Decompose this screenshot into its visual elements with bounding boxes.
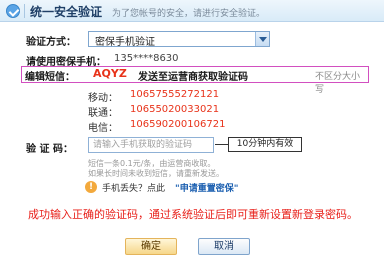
code-label: 验 证 码： [26,144,73,155]
chevron-down-icon[interactable] [255,32,269,46]
sms-instruction: 发送至运营商获取验证码 [138,72,248,83]
verify-method-select[interactable]: 密保手机验证 [88,31,270,48]
reset-security-link[interactable]: "申请重置密保" [175,181,238,194]
carrier-number: 10655020033021 [130,104,220,115]
carrier-name: 移动： [88,93,118,104]
verify-method-value: 密保手机验证 [95,37,155,48]
dialog-subtitle: 为了您帐号的安全，请进行安全验证。 [112,9,266,19]
header-divider [24,4,25,18]
warning-icon: ! [85,181,97,193]
sms-code: AQYZ [93,67,127,80]
shield-check-icon [6,4,20,18]
resend-note: 如果长时间未收到短信，请重新发送。 [88,169,224,178]
method-label: 验证方式： [26,37,76,48]
dialog-title: 统一安全验证 [30,5,103,19]
dialog-header: 统一安全验证 为了您帐号的安全，请进行安全验证。 [0,0,384,22]
cancel-button[interactable]: 取消 [198,238,250,255]
carrier-number: 106590200106721 [130,119,226,130]
phone-number: 135****8630 [114,53,179,64]
case-hint: 不区分大小写 [315,72,361,95]
carrier-number: 10657555272121 [130,89,220,100]
carrier-name: 联通： [88,108,118,119]
validity-callout: 10分钟内有效 [215,137,302,152]
confirm-button[interactable]: 确定 [125,238,177,255]
verification-code-input[interactable] [88,137,214,153]
annotation-text: 成功输入正确的验证码，通过系统验证后即可重新设置新登录密码。 [28,208,358,221]
sms-instruction-box: 编辑短信： AQYZ 发送至运营商获取验证码 不区分大小写 [21,66,369,95]
lost-phone-question: 手机丢失？点此 [102,184,166,194]
sms-label: 编辑短信： [25,72,75,83]
carrier-name: 电信： [88,123,118,134]
